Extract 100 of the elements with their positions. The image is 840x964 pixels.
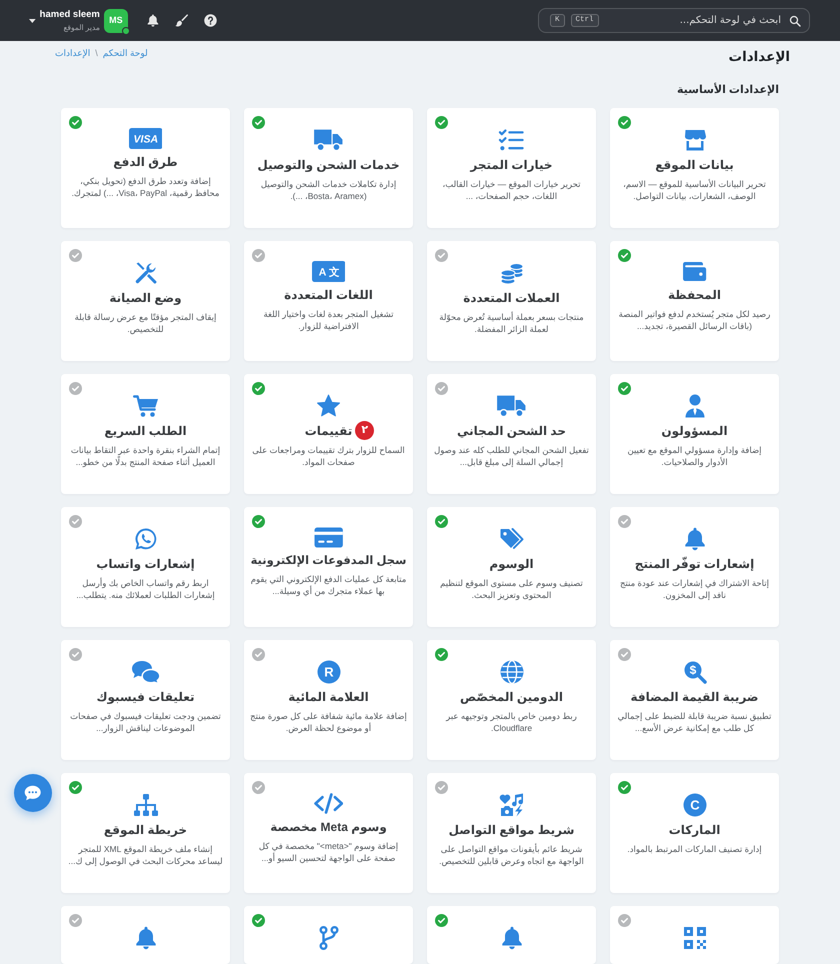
settings-card[interactable]: العملات المتعددة منتجات بسعر بعملة أساسية تُعرض محوّلة لعملة الزائر المفضلة. [427,241,596,361]
setting-title: تعليقات فيسبوك [96,689,194,705]
setting-description: إضافة وإدارة مسؤولي الموقع مع تعيين الأدوار والصلاحيات. [626,444,763,468]
setting-description: إضافة وتعدد طرق الدفع (تحويل بنكي، محافظ رقمية، Visa، PayPal، ...) لمتجرك. [70,175,220,199]
setting-title: العلامة المائية [288,689,369,705]
settings-card[interactable] [610,906,779,964]
setting-title: بيانات الموقع [655,157,734,173]
letter-circle-icon: C [682,793,706,817]
store-icon [682,128,706,152]
help-icon[interactable] [204,14,217,27]
bell-icon [684,527,706,551]
settings-card[interactable]: الوسوم تصنيف وسوم على مستوى الموقع لتنظيم المحتوى وتعزيز البحث. [427,507,596,627]
setting-title: حد الشحن المجاني [457,423,566,439]
visa-card-icon: VISA [128,128,162,149]
settings-card[interactable]: شريط مواقع التواصل شريط عائم بأيقونات مواقع التواصل على الواجهة مع اتجاه وعرض قابلين للتخصيص. [427,773,596,893]
social-media-icon [498,793,524,817]
bell-icon [500,926,522,950]
setting-title: وسوم Meta مخصصة [270,819,387,835]
settings-card[interactable]: سجل المدفوعات الإلكترونية متابعة كل عمليات الدفع الإلكتروني التي يقوم بها عملاء متجرك من أي وسيلة... [244,507,413,627]
settings-card[interactable]: خيارات المتجر تحرير خيارات الموقع — خيارات القالب، اللغات، حجم الصفحات، ... [427,108,596,228]
setting-description: ربط دومين خاص بالمتجر وتوجيهه عبر Cloudflare. [444,710,578,734]
wallet-icon [682,261,708,282]
setting-description: شريط عائم بأيقونات مواقع التواصل على الواجهة مع اتجاه وعرض قابلين للتخصيص. [438,843,585,867]
setting-description: تطبيق نسبة ضريبة قابلة للضبط على إجمالي كل طلب مع إمكانية عرض الأسع... [616,710,772,734]
setting-title: إشعارات توفّر المنتج [634,556,754,572]
breadcrumb-separator: \ [95,47,98,60]
bell-icon[interactable] [146,14,159,27]
settings-card[interactable]: إشعارات واتساب اربط رقم واتساب الخاص بك وأرسل إشعارات الطلبات لعملائك منه. يتطلب... [61,507,230,627]
setting-description: إيقاف المتجر مؤقتًا مع عرض رسالة قابلة للتخصيص. [74,311,218,335]
settings-card[interactable]: وضع الصيانة إيقاف المتجر مؤقتًا مع عرض رسالة قابلة للتخصيص. [61,241,230,361]
setting-description: تحرير خيارات الموقع — خيارات القالب، اللغات، حجم الصفحات، ... [441,178,582,202]
settings-card[interactable]: حد الشحن المجاني تفعيل الشحن المجاني للطلب كله عند وصول إجمالي السلة إلى مبلغ قابل... [427,374,596,494]
setting-title: ضريبة القيمة المضافة [630,689,758,705]
search-icon [789,14,801,26]
phone-bubble-icon [134,527,158,551]
setting-description: السماح للزوار بترك تقييمات ومراجعات على صفحات المواد. [251,444,406,468]
setting-description: إتمام الشراء بنقرة واحدة عبر التقاط بيانات العميل أثناء صفحة المنتج بدلًا من خطو... [70,444,222,468]
setting-description: متابعة كل عمليات الدفع الإلكتروني التي يقوم بها عملاء متجرك من أي وسيلة... [250,573,407,597]
settings-card[interactable]: خريطة الموقع إنشاء ملف خريطة الموقع XML للمتجر ليساعد محركات البحث في الوصول إلى ك... [61,773,230,893]
settings-card[interactable]: بيانات الموقع تحرير البيانات الأساسية للموقع — الاسم، الوصف، الشعارات، بيانات التواصل. [610,108,779,228]
page-title: الإعدادات [728,48,790,66]
chat-bubbles-icon [130,660,160,684]
setting-description: تضمين ودجت تعليقات فيسبوك في صفحات الموضوعات ليناقش الزوار... [69,710,222,734]
setting-title: خيارات المتجر [470,157,553,173]
tools-icon [134,261,158,285]
settings-card[interactable]: تعليقات فيسبوك تضمين ودجت تعليقات فيسبوك في صفحات الموضوعات ليناقش الزوار... [61,640,230,760]
settings-card[interactable] [427,906,596,964]
setting-title: تقييمات [304,423,352,439]
setting-title: خريطة الموقع [104,822,188,838]
truck-icon [496,394,527,418]
section-title: الإعدادات الأساسية [676,82,780,98]
settings-card[interactable]: الطلب السريع إتمام الشراء بنقرة واحدة عبر التقاط بيانات العميل أثناء صفحة المنتج بدلًا من خطو... [61,374,230,494]
settings-card[interactable]: إشعارات توفّر المنتج إتاحة الاشتراك في إشعارات عند عودة منتج نافد إلى المخزون. [610,507,779,627]
letter-circle-icon: R [316,660,340,684]
coins-icon [500,261,524,285]
translate-icon: A 文 [312,261,346,282]
chat-button[interactable] [14,774,52,812]
setting-title: الطلب السريع [104,423,187,439]
setting-title: الوسوم [489,556,534,572]
setting-title: وضع الصيانة [109,290,182,306]
setting-description: إضافة علامة مائية شفافة على كل صورة منتج أو موضوع لحظة العرض. [250,710,407,734]
setting-description: رصيد لكل متجر يُستخدم لدفع فواتير المنصة (باقات الرسائل القصيرة، تجديد... [618,308,772,332]
setting-description: اربط رقم واتساب الخاص بك وأرسل إشعارات الطلبات لعملائك منه. يتطلب... [75,577,216,601]
sitemap-icon [132,793,158,817]
setting-description: تصنيف وسوم على مستوى الموقع لتنظيم المحتوى وتعزيز البحث. [439,577,584,601]
user-name: hamed sleem [40,8,100,20]
chat-bubble-icon [24,785,42,801]
setting-title: طرق الدفع [113,154,178,170]
setting-description: إضافة وسوم "<meta>" مخصصة في كل صفحة على الواجهة لتحسين السيو أو... [258,840,400,864]
user-icon [684,394,704,418]
settings-card[interactable]: وسوم Meta مخصصة إضافة وسوم "<meta>" مخصصة في كل صفحة على الواجهة لتحسين السيو أو... [244,773,413,893]
settings-card[interactable]: المسؤولون إضافة وإدارة مسؤولي الموقع مع تعيين الأدوار والصلاحيات. [610,374,779,494]
bell-icon [134,926,156,950]
setting-title: سجل المدفوعات الإلكترونية [250,554,406,569]
setting-title: شريط مواقع التواصل [448,822,574,838]
setting-description: تفعيل الشحن المجاني للطلب كله عند وصول إجمالي السلة إلى مبلغ قابل... [433,444,590,468]
star-icon [316,394,342,418]
settings-card[interactable]: $ ضريبة القيمة المضافة تطبيق نسبة ضريبة قابلة للضبط على إجمالي كل طلب مع إمكانية عرض الأسع... [610,640,779,760]
globe-icon [500,660,524,684]
setting-description: تشغيل المتجر بعدة لغات واختيار اللغة الافتراضية للزوار. [262,308,395,332]
settings-card[interactable] [244,906,413,964]
settings-card[interactable]: خدمات الشحن والتوصيل إدارة تكاملات خدمات الشحن والتوصيل (Bosta، Aramex، ...). [244,108,413,228]
brush-icon[interactable] [174,14,188,27]
setting-title: المسؤولون [661,423,728,439]
truck-icon [313,128,344,152]
setting-title: اللغات المتعددة [284,287,373,303]
settings-card[interactable] [61,906,230,964]
caret-icon[interactable] [29,18,36,22]
settings-card[interactable]: تقييمات ٢ السماح للزوار بترك تقييمات ومراجعات على صفحات المواد. [244,374,413,494]
setting-title: العملات المتعددة [463,290,560,306]
setting-title: إشعارات واتساب [96,556,195,572]
setting-description: إتاحة الاشتراك في إشعارات عند عودة منتج نافد إلى المخزون. [618,577,770,601]
settings-card[interactable]: الدومين المخصّص ربط دومين خاص بالمتجر وتوجيهه عبر Cloudflare. [427,640,596,760]
qr-code-icon [682,926,706,950]
setting-description: إنشاء ملف خريطة الموقع XML للمتجر ليساعد محركات البحث في الوصول إلى ك... [67,843,224,867]
setting-description: إدارة تصنيف الماركات المرتبط بالمواد. [626,843,763,855]
count-badge: ٢ [355,421,374,440]
setting-title: المحفظة [668,287,721,303]
settings-card[interactable]: المحفظة رصيد لكل متجر يُستخدم لدفع فواتير المنصة (باقات الرسائل القصيرة، تجديد... [610,241,779,361]
checklist-icon [498,128,525,152]
